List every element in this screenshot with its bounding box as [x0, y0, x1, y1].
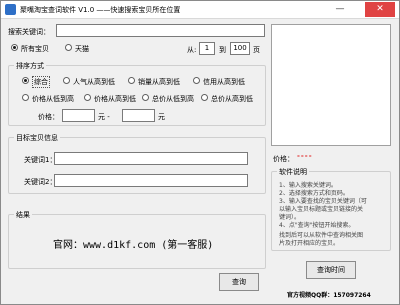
search-keyword-label: 搜索关键词：: [8, 28, 50, 36]
source-all-radio[interactable]: [11, 44, 18, 51]
guide-line: 键词）。: [279, 214, 301, 221]
page-unit-label: 页: [253, 46, 260, 54]
sort-price-asc-radio[interactable]: [22, 94, 29, 101]
product-image-panel: [271, 24, 391, 146]
sort-popularity-radio[interactable]: [63, 77, 70, 84]
sort-total-desc-radio[interactable]: [201, 94, 208, 101]
guide-line: 片及打开相应的宝贝。: [279, 240, 340, 247]
sort-group-title: 排序方式: [14, 61, 46, 71]
close-button[interactable]: ✕: [365, 2, 395, 17]
query-button[interactable]: 查询: [219, 273, 259, 291]
sort-option-label: 价格从低到高: [32, 95, 74, 103]
right-price-value: ----: [297, 152, 313, 160]
price-min-input[interactable]: [62, 109, 95, 122]
sort-sales-radio[interactable]: [128, 77, 135, 84]
keyword1-input[interactable]: [54, 152, 248, 165]
price-unit-label: 元: [158, 113, 165, 121]
sort-credit-radio[interactable]: [193, 77, 200, 84]
page-from-input[interactable]: 1: [199, 42, 215, 55]
minimize-button[interactable]: —: [329, 2, 351, 17]
window-title: 聚嘴淘宝查词软件 V1.0 ——快速搜索宝贝所在位置: [20, 6, 181, 14]
app-window: 聚嘴淘宝查词软件 V1.0 ——快速搜索宝贝所在位置 — ✕ 搜索关键词： 所有…: [0, 0, 400, 305]
guide-line: 4、点"查询"按钮开始搜索。: [279, 222, 355, 229]
sort-option-label: 总价从高到低: [211, 95, 253, 103]
search-keyword-input[interactable]: [56, 24, 265, 37]
price-separator: 元 -: [98, 113, 110, 121]
footer-qq-text: 官方视频QQ群：157097264: [287, 292, 371, 299]
page-to-label: 到: [219, 46, 226, 54]
source-tmall-radio[interactable]: [65, 44, 72, 51]
sort-option-label: 人气从高到低: [73, 78, 115, 86]
guide-group-title: 软件说明: [277, 167, 309, 177]
sort-price-desc-radio[interactable]: [84, 94, 91, 101]
guide-line: 3、输入要查找的宝贝关键词（可: [279, 198, 367, 205]
sort-option-label: 总价从低到高: [152, 95, 194, 103]
app-icon: [5, 4, 16, 15]
sort-total-asc-radio[interactable]: [142, 94, 149, 101]
source-all-label: 所有宝贝: [21, 45, 49, 53]
sort-option-label: 信用从高到低: [203, 78, 245, 86]
page-from-label: 从:: [187, 46, 197, 54]
sort-option-label: 综合: [32, 76, 50, 88]
keyword2-label: 关键词2：: [24, 178, 57, 186]
keyword1-label: 关键词1：: [24, 156, 57, 164]
target-group-title: 目标宝贝信息: [14, 133, 60, 143]
website-text: 官网：www.d1kf.com (第一客服): [53, 240, 214, 251]
guide-line: 1、输入搜索关键词。: [279, 182, 337, 189]
result-group-title: 结果: [14, 210, 32, 220]
right-price-label: 价格：: [273, 155, 294, 163]
page-to-input[interactable]: 100: [230, 42, 250, 55]
source-tmall-label: 天猫: [75, 45, 89, 53]
guide-line: 2、选择搜索方式和页码。: [279, 190, 349, 197]
guide-line: 找到后可以从软件中查询相关图: [279, 232, 364, 239]
sort-comprehensive-radio[interactable]: [22, 77, 29, 84]
sort-option-label: 销量从高到低: [138, 78, 180, 86]
guide-line: 以输入宝贝标题或宝贝链接的关: [279, 206, 364, 213]
price-max-input[interactable]: [122, 109, 155, 122]
query-time-button[interactable]: 查询时间: [306, 261, 356, 279]
sort-option-label: 价格从高到低: [94, 95, 136, 103]
price-range-label: 价格：: [38, 113, 59, 121]
title-bar: 聚嘴淘宝查词软件 V1.0 ——快速搜索宝贝所在位置 — ✕: [1, 1, 399, 19]
keyword2-input[interactable]: [54, 174, 248, 187]
